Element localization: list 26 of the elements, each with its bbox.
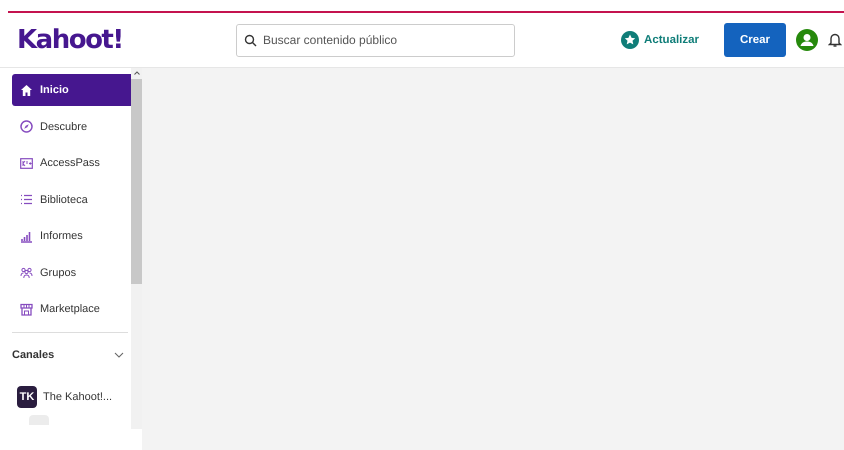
user-avatar-icon[interactable] xyxy=(796,29,818,51)
sidebar-item[interactable]: Biblioteca xyxy=(12,184,131,216)
sidebar-item[interactable]: Marketplace xyxy=(12,293,131,325)
list-icon xyxy=(20,193,33,206)
bar-chart-icon xyxy=(20,230,33,242)
sidebar-item[interactable]: Inicio xyxy=(12,74,131,106)
channel-avatar: TK xyxy=(17,386,37,408)
search-icon xyxy=(244,34,257,46)
search-field[interactable]: Buscar contenido público xyxy=(236,24,515,56)
ticket-icon xyxy=(20,156,33,170)
sidebar-item[interactable]: Informes xyxy=(12,220,131,252)
home-icon xyxy=(20,84,33,96)
store-icon xyxy=(20,302,33,316)
channel-item[interactable]: TK The Kahoot!... xyxy=(12,386,131,408)
sidebar-item[interactable]: Descubre xyxy=(12,110,131,142)
bell-icon[interactable] xyxy=(828,32,842,48)
sidebar-item[interactable]: AccessPass xyxy=(12,147,131,179)
people-icon xyxy=(20,266,33,279)
upgrade-button[interactable]: Actualizar xyxy=(621,31,699,49)
sidebar-item[interactable]: Grupos xyxy=(12,256,131,288)
channels-header[interactable]: Canales xyxy=(12,340,131,368)
scroll-up-icon[interactable] xyxy=(134,71,140,75)
kahoot-logo[interactable]: Kahoot! xyxy=(17,25,231,55)
compass-icon xyxy=(20,120,33,133)
create-button[interactable]: Crear xyxy=(724,23,786,57)
scrollbar[interactable] xyxy=(131,68,142,429)
